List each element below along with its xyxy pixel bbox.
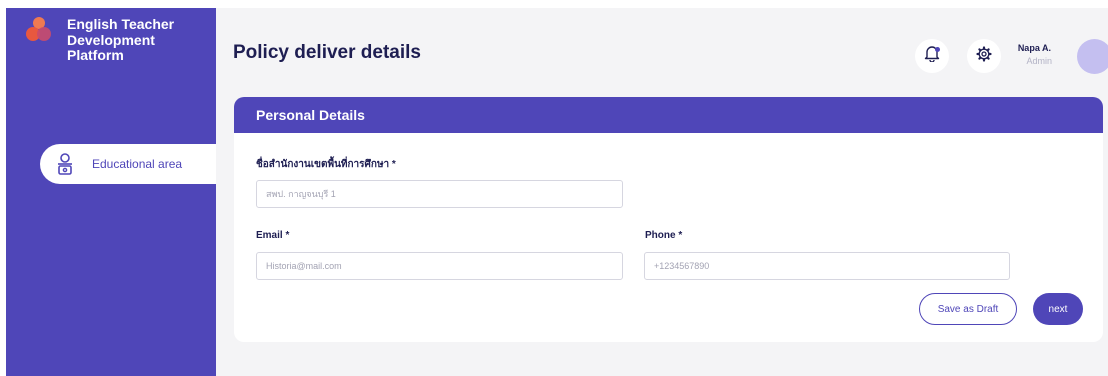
platform-name: English Teacher Development Platform [67,16,175,63]
email-field[interactable] [256,252,623,280]
sidebar: English Teacher Development Platform Edu… [6,8,216,376]
save-as-draft-button[interactable]: Save as Draft [919,293,1017,325]
page-title: Policy deliver details [233,42,421,63]
email-label: Email * [256,230,290,241]
gear-icon [976,45,992,67]
section-title: Personal Details [234,97,1103,133]
office-label: ชื่อสำนักงานเขตพื้นที่การศึกษา * [256,159,396,170]
sidebar-item-label: Educational area [92,157,183,171]
settings-button[interactable] [967,39,1001,73]
next-button[interactable]: next [1033,293,1083,325]
person-building-icon [55,152,75,176]
notification-dot [935,47,940,52]
main-content: Policy deliver details Napa A. Admin Per… [216,8,1108,376]
user-role: Admin [1026,56,1052,66]
avatar[interactable] [1077,39,1108,74]
user-name: Napa A. [1017,43,1051,53]
office-input[interactable] [256,180,623,208]
phone-label: Phone * [645,230,683,241]
personal-details-card: Personal Details ชื่อสำนักงานเขตพื้นที่ก… [234,97,1103,342]
app-window: English Teacher Development Platform Edu… [6,8,1108,376]
notification-button[interactable] [915,39,949,73]
platform-logo-icon [26,17,52,47]
sidebar-item-educational-area[interactable]: Educational area [40,144,216,184]
phone-field[interactable] [644,252,1010,280]
